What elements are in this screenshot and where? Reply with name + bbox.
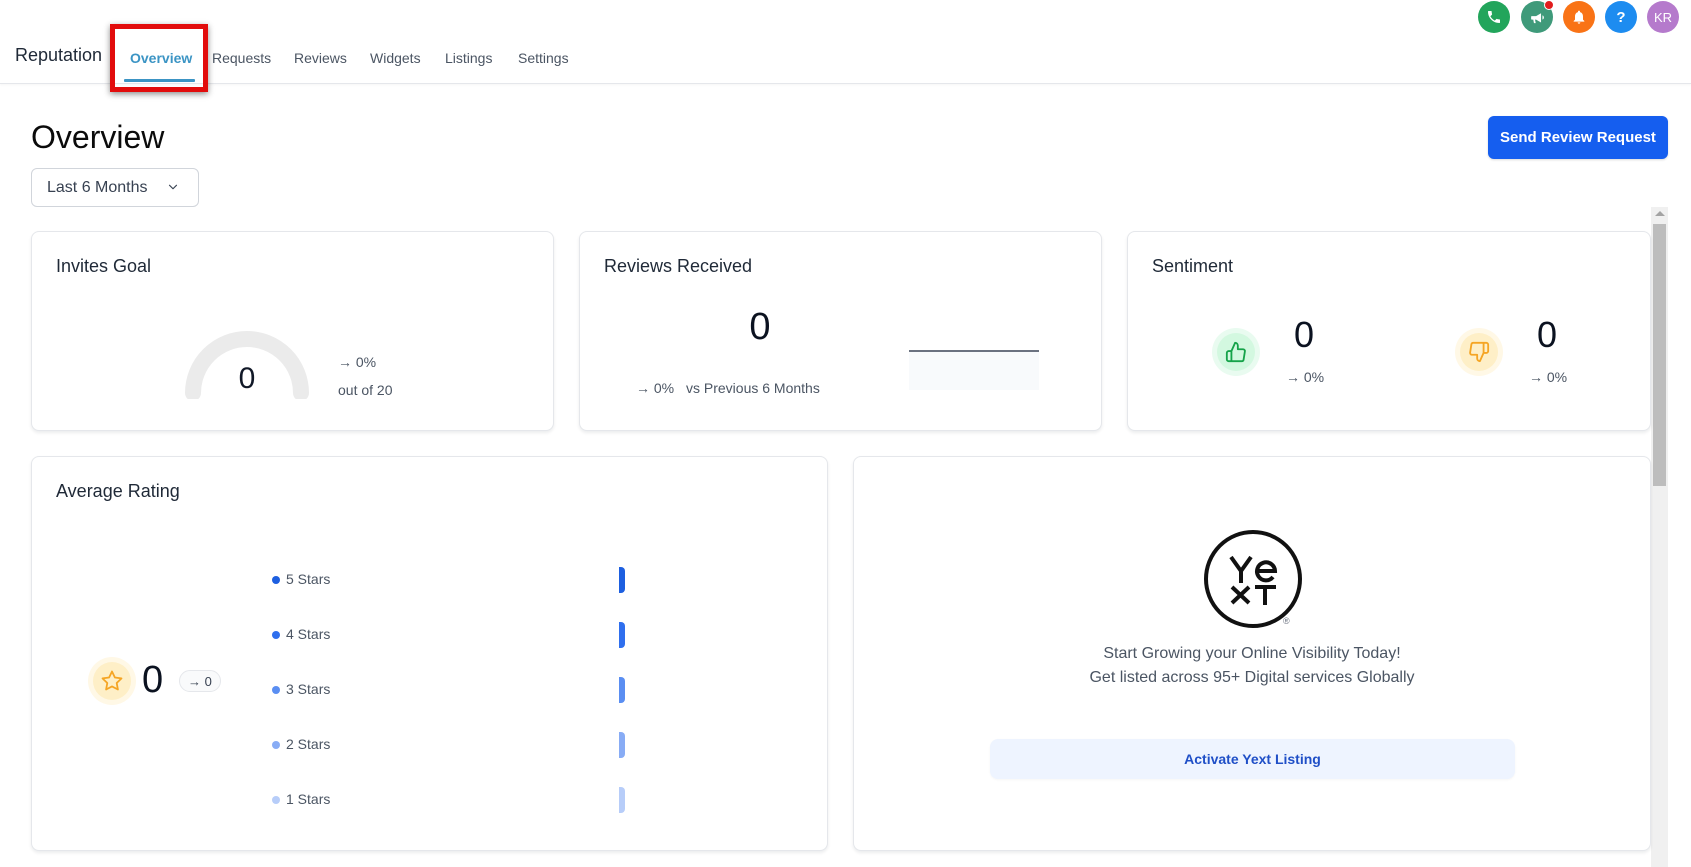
page-title: Overview (31, 119, 165, 155)
sentiment-card: Sentiment 0 → 0% 0 → 0% (1127, 231, 1651, 431)
rating-bar (619, 622, 625, 648)
date-range-value: Last 6 Months (47, 178, 148, 196)
help-button[interactable]: ? (1605, 1, 1637, 33)
rating-row-label: 1 Stars (286, 791, 331, 807)
rating-bar (619, 567, 625, 593)
negative-sentiment-badge (1455, 328, 1503, 376)
notification-dot (1544, 0, 1554, 10)
avatar-initials: KR (1653, 9, 1673, 25)
rating-row-label: 2 Stars (286, 736, 331, 752)
rating-bar (619, 677, 625, 703)
tab-widgets[interactable]: Widgets (370, 50, 421, 66)
invites-goal-card: Invites Goal 0 → 0% out of 20 (31, 231, 554, 431)
chevron-down-icon (168, 184, 178, 190)
average-rating-delta: → 0 (179, 670, 221, 692)
positive-sentiment-badge (1212, 328, 1260, 376)
app-title: Reputation (15, 45, 103, 65)
legend-dot (272, 741, 280, 749)
invites-goal-target: out of 20 (338, 382, 393, 398)
reviews-sparkline (909, 350, 1039, 390)
average-rating-title: Average Rating (56, 481, 180, 501)
tab-reviews[interactable]: Reviews (294, 50, 347, 66)
thumbs-down-icon (1469, 341, 1490, 363)
tab-overview[interactable]: Overview (130, 50, 192, 66)
invites-goal-value: 0 (238, 362, 256, 395)
announcements-button[interactable] (1521, 0, 1554, 33)
reviews-received-comparison: vs Previous 6 Months (686, 380, 820, 396)
legend-dot (272, 576, 280, 584)
rating-bar (619, 787, 625, 813)
yext-headline: Start Growing your Online Visibility Tod… (1103, 645, 1401, 662)
megaphone-icon (1530, 12, 1544, 23)
rating-star-badge (88, 657, 136, 705)
notifications-button[interactable] (1563, 1, 1595, 33)
invites-goal-trend: → 0% (338, 354, 377, 370)
legend-dot (272, 796, 280, 804)
yext-logo-icon (1204, 530, 1302, 628)
positive-sentiment-value: 0 (1293, 314, 1315, 355)
page-scrollbar[interactable] (1651, 207, 1668, 867)
negative-sentiment-value: 0 (1536, 314, 1558, 355)
average-rating-card: Average Rating 0 → 0 5 Stars 4 Stars 3 S… (31, 456, 828, 851)
tab-settings[interactable]: Settings (518, 50, 569, 66)
rating-row-label: 5 Stars (286, 571, 331, 587)
activate-yext-listing-button[interactable]: Activate Yext Listing (990, 739, 1515, 779)
send-review-request-button[interactable]: Send Review Request (1488, 116, 1668, 159)
rating-row-label: 3 Stars (286, 681, 331, 697)
legend-dot (272, 631, 280, 639)
yext-subtext: Get listed across 95+ Digital services G… (1089, 669, 1415, 686)
average-rating-value: 0 (142, 659, 164, 701)
reviews-received-value: 0 (749, 306, 771, 348)
reviews-received-title: Reviews Received (604, 256, 753, 276)
tab-listings[interactable]: Listings (445, 50, 492, 66)
top-nav-bar: Reputation Overview Requests Reviews Wid… (0, 0, 1691, 84)
bell-icon (1573, 10, 1585, 24)
legend-dot (272, 686, 280, 694)
sentiment-title: Sentiment (1152, 256, 1234, 276)
sparkline-area (909, 351, 1039, 390)
reviews-received-trend: → 0% (636, 380, 675, 396)
invites-goal-title: Invites Goal (56, 256, 152, 276)
scroll-up-arrow-icon[interactable] (1655, 211, 1665, 216)
negative-sentiment-trend: → 0% (1529, 369, 1568, 385)
date-range-select[interactable]: Last 6 Months (31, 168, 199, 207)
reviews-received-card: Reviews Received 0 → 0% vs Previous 6 Mo… (579, 231, 1102, 431)
avatar[interactable]: KR (1647, 1, 1679, 33)
help-icon: ? (1616, 8, 1626, 26)
rating-bar (619, 732, 625, 758)
yext-card: ® Start Growing your Online Visibility T… (853, 456, 1651, 851)
scrollbar-thumb[interactable] (1653, 224, 1666, 486)
rating-row-label: 4 Stars (286, 626, 331, 642)
registered-mark: ® (1283, 616, 1290, 626)
phone-icon (1488, 11, 1500, 23)
rating-row-2: 2 Stars (272, 732, 625, 758)
rating-row-3: 3 Stars (272, 677, 625, 703)
thumbs-up-icon (1225, 341, 1246, 363)
positive-sentiment-trend: → 0% (1286, 369, 1325, 385)
phone-button[interactable] (1478, 1, 1510, 33)
tab-requests[interactable]: Requests (212, 50, 271, 66)
star-icon (101, 670, 123, 691)
rating-row-1: 1 Stars (272, 787, 625, 813)
active-tab-indicator (124, 79, 195, 82)
rating-row-5: 5 Stars (272, 567, 625, 593)
rating-row-4: 4 Stars (272, 622, 625, 648)
